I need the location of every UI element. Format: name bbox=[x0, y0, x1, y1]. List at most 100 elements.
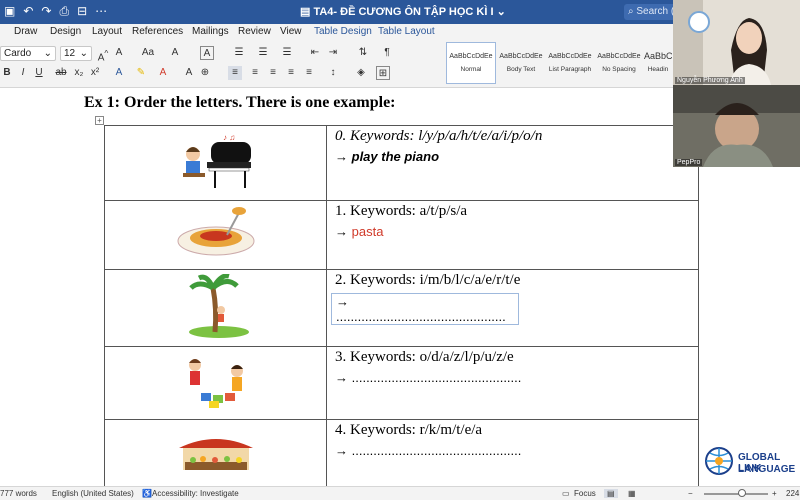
align-right-icon[interactable]: ≡ bbox=[266, 66, 280, 80]
justify-icon[interactable]: ≡ bbox=[284, 66, 298, 80]
zoom-in-icon[interactable]: + bbox=[772, 489, 777, 498]
change-case-icon[interactable]: Aa bbox=[138, 46, 158, 60]
tab-mailings[interactable]: Mailings bbox=[192, 26, 229, 37]
print-icon[interactable]: ⎙ bbox=[59, 4, 69, 19]
save-icon[interactable]: ▣ bbox=[4, 4, 15, 19]
style-no-spacing[interactable]: AaBbCcDdEe No Spacing bbox=[594, 42, 644, 84]
table-cell-picture[interactable] bbox=[104, 269, 327, 347]
answer-blank[interactable]: ........................................… bbox=[336, 309, 506, 324]
answer-line: → ......................................… bbox=[335, 443, 698, 458]
video-tile-participant-1[interactable]: Nguyễn Phương Anh bbox=[673, 0, 800, 85]
participant-video-2 bbox=[673, 85, 800, 167]
quick-access-toolbar: ▣ ↶ ↷ ⎙ ⊟ ⋯ bbox=[4, 4, 107, 19]
exercise-table[interactable]: ♪ ♫ 0. Keywords: l/y/p/a/h/t/e/a/i/p/o/n… bbox=[104, 125, 699, 490]
tab-design[interactable]: Design bbox=[50, 26, 81, 37]
superscript-icon[interactable]: x² bbox=[88, 66, 102, 80]
piano-image: ♪ ♫ bbox=[182, 133, 251, 188]
zoom-level[interactable]: 224 bbox=[786, 489, 799, 498]
increase-indent-icon[interactable]: ⇥ bbox=[326, 46, 340, 60]
line-spacing-icon[interactable]: ↕ bbox=[326, 66, 340, 80]
align-left-icon[interactable]: ≡ bbox=[228, 66, 242, 80]
language-status[interactable]: English (United States) bbox=[52, 489, 134, 498]
document-title-text: TA4- ĐỀ CƯƠNG ÔN TẬP HỌC KÌ I bbox=[313, 6, 494, 18]
word-count[interactable]: 777 words bbox=[0, 489, 37, 498]
style-body-text[interactable]: AaBbCcDdEe Body Text bbox=[496, 42, 546, 84]
underline-icon[interactable]: U bbox=[32, 66, 46, 80]
align-center-icon[interactable]: ≡ bbox=[248, 66, 262, 80]
strikethrough-icon[interactable]: ab bbox=[54, 66, 68, 80]
tab-layout[interactable]: Layout bbox=[92, 26, 122, 37]
font-name-select[interactable]: Cardo ⌄ bbox=[0, 46, 56, 61]
answer-blank[interactable]: ........................................… bbox=[352, 370, 522, 385]
redo-icon[interactable]: ↷ bbox=[41, 4, 51, 19]
tab-table-layout[interactable]: Table Layout bbox=[378, 26, 435, 37]
bold-icon[interactable]: B bbox=[0, 66, 14, 80]
table-cell-picture[interactable]: ♪ ♫ bbox=[104, 125, 327, 201]
table-cell-keywords[interactable]: 3. Keywords: o/d/a/z/l/p/u/z/e → .......… bbox=[326, 346, 699, 420]
keywords-text: 4. Keywords: r/k/m/t/e/a bbox=[335, 422, 483, 438]
bullets-icon[interactable]: ☰ bbox=[232, 46, 246, 60]
table-cell-keywords[interactable]: 2. Keywords: i/m/b/l/c/a/e/r/t/e → .....… bbox=[326, 269, 699, 347]
table-move-handle[interactable]: + bbox=[95, 116, 104, 125]
style-normal[interactable]: AaBbCcDdEe Normal bbox=[446, 42, 496, 84]
more-icon[interactable]: ⋯ bbox=[95, 4, 107, 19]
tab-review[interactable]: Review bbox=[238, 26, 271, 37]
global-link-logo: GLOBAL LINK LANGUAGE bbox=[700, 440, 800, 480]
shading-icon[interactable]: ◈ bbox=[354, 66, 368, 80]
font-name-value: Cardo bbox=[4, 48, 32, 59]
table-row: 2. Keywords: i/m/b/l/c/a/e/r/t/e → .....… bbox=[104, 269, 699, 347]
grow-font-icon[interactable]: A^ bbox=[96, 46, 110, 63]
table-cell-picture[interactable] bbox=[104, 200, 327, 270]
zoom-slider-thumb[interactable] bbox=[738, 489, 746, 497]
video-tile-participant-2[interactable]: PepPro bbox=[673, 85, 800, 167]
distributed-icon[interactable]: ≡ bbox=[302, 66, 316, 80]
style-list-paragraph[interactable]: AaBbCcDdEe List Paragraph bbox=[545, 42, 595, 84]
zoom-out-icon[interactable]: − bbox=[688, 489, 693, 498]
participant-name: PepPro bbox=[675, 159, 703, 166]
char-shading-icon[interactable]: A bbox=[182, 66, 196, 80]
shrink-font-icon[interactable]: A bbox=[112, 46, 126, 60]
table-cell-keywords[interactable]: 1. Keywords: a/t/p/s/a → pasta bbox=[326, 200, 699, 270]
tab-table-design[interactable]: Table Design bbox=[314, 26, 372, 37]
numbering-icon[interactable]: ☰ bbox=[256, 46, 270, 60]
focus-button[interactable]: Focus bbox=[574, 489, 596, 498]
arrow-icon: → bbox=[336, 294, 349, 309]
sort-icon[interactable]: ⇅ bbox=[356, 46, 370, 60]
show-marks-icon[interactable]: ¶ bbox=[380, 46, 394, 60]
accessibility-status[interactable]: Accessibility: Investigate bbox=[152, 489, 239, 498]
text-box-icon[interactable]: A bbox=[200, 46, 214, 60]
highlight-icon[interactable]: ✎ bbox=[134, 66, 148, 80]
style-name: Body Text bbox=[506, 66, 536, 73]
italic-icon[interactable]: I bbox=[16, 66, 30, 80]
decrease-indent-icon[interactable]: ⇤ bbox=[308, 46, 322, 60]
subscript-icon[interactable]: x₂ bbox=[72, 66, 86, 80]
zoom-slider[interactable] bbox=[704, 493, 768, 495]
multilevel-list-icon[interactable]: ☰ bbox=[280, 46, 294, 60]
enclose-char-icon[interactable]: ⊕ bbox=[198, 66, 212, 80]
tab-view[interactable]: View bbox=[280, 26, 302, 37]
document-title[interactable]: ▤ TA4- ĐỀ CƯƠNG ÔN TẬP HỌC KÌ I ⌄ bbox=[300, 5, 506, 18]
text-effects-icon[interactable]: A bbox=[112, 66, 126, 80]
table-cell-picture[interactable] bbox=[104, 419, 327, 490]
arrow-icon: → bbox=[335, 443, 348, 458]
font-size-select[interactable]: 12 ⌄ bbox=[60, 46, 92, 61]
print-layout-icon[interactable]: ▤ bbox=[604, 489, 618, 498]
table-cell-keywords[interactable]: 4. Keywords: r/k/m/t/e/a → .............… bbox=[326, 419, 699, 490]
web-layout-icon[interactable]: ▦ bbox=[628, 489, 636, 498]
clear-format-icon[interactable]: A bbox=[168, 46, 182, 60]
autosave-icon[interactable]: ⊟ bbox=[77, 4, 87, 19]
status-bar: 777 words English (United States) ♿ Acce… bbox=[0, 486, 800, 500]
table-cell-picture[interactable] bbox=[104, 346, 327, 420]
answer-text: play the piano bbox=[351, 149, 440, 164]
tab-draw[interactable]: Draw bbox=[14, 26, 37, 37]
table-cell-keywords[interactable]: 0. Keywords: l/y/p/a/h/t/e/a/i/p/o/n → p… bbox=[326, 125, 699, 201]
puzzle-image bbox=[188, 359, 243, 408]
font-color-icon[interactable]: A bbox=[156, 66, 170, 80]
table-row: ♪ ♫ 0. Keywords: l/y/p/a/h/t/e/a/i/p/o/n… bbox=[104, 125, 699, 201]
undo-icon[interactable]: ↶ bbox=[23, 4, 33, 19]
style-heading[interactable]: AaBbC Headin bbox=[643, 42, 673, 84]
answer-blank[interactable]: ........................................… bbox=[352, 443, 522, 458]
tab-references[interactable]: References bbox=[132, 26, 183, 37]
borders-icon[interactable]: ⊞ bbox=[376, 66, 390, 80]
style-name: Headin bbox=[647, 66, 669, 73]
